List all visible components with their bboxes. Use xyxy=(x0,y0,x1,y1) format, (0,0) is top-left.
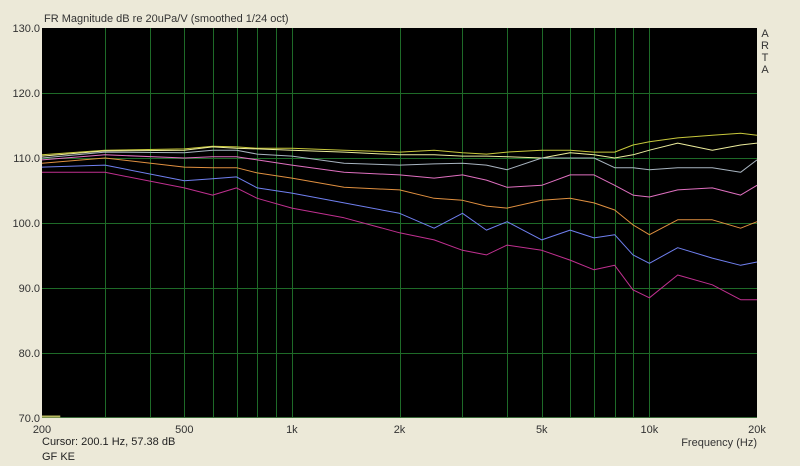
measurement-name: GF KE xyxy=(42,451,76,463)
y-tick-label: 80.0 xyxy=(19,348,40,360)
x-tick-label: 20k xyxy=(748,424,766,436)
cursor-readout: Cursor: 200.1 Hz, 57.38 dB xyxy=(42,436,176,448)
x-axis-label: Frequency (Hz) xyxy=(681,437,757,449)
chart-title: FR Magnitude dB re 20uPa/V (smoothed 1/2… xyxy=(44,13,289,25)
x-tick-label: 1k xyxy=(286,424,298,436)
arta-logo: A R T A xyxy=(760,28,770,76)
x-tick-label: 500 xyxy=(175,424,193,436)
y-tick-label: 130.0 xyxy=(12,23,40,35)
logo-letter: T xyxy=(761,52,769,64)
x-tick-label: 2k xyxy=(394,424,406,436)
y-tick-label: 90.0 xyxy=(19,283,40,295)
frequency-response-chart[interactable]: FR Magnitude dB re 20uPa/V (smoothed 1/2… xyxy=(0,0,800,466)
x-tick-label: 10k xyxy=(641,424,659,436)
y-tick-label: 110.0 xyxy=(13,153,40,165)
logo-letter: R xyxy=(761,40,769,52)
x-tick-label: 200 xyxy=(33,424,51,436)
x-tick-labels: 200 500 1k 2k 5k 10k 20k xyxy=(33,424,767,436)
logo-letter: A xyxy=(761,28,769,40)
logo-letter: A xyxy=(761,64,769,76)
y-tick-labels: 70.0 80.0 90.0 100.0 110.0 120.0 130.0 xyxy=(12,23,40,425)
x-tick-label: 5k xyxy=(536,424,548,436)
y-tick-label: 100.0 xyxy=(12,218,40,230)
y-tick-label: 120.0 xyxy=(12,88,40,100)
